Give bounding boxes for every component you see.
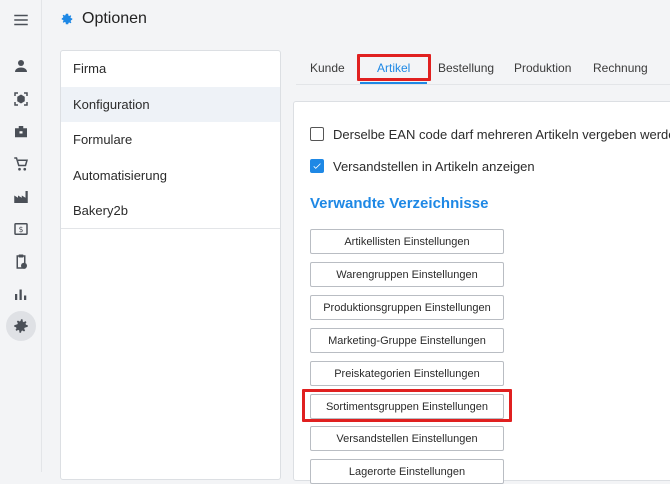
cart-icon[interactable] — [9, 152, 33, 176]
warengruppen-settings-button[interactable]: Warengruppen Einstellungen — [310, 262, 504, 287]
active-tab-indicator — [360, 82, 427, 84]
sidebar-rail: $ — [0, 0, 42, 472]
settings-gear-icon[interactable] — [9, 314, 33, 338]
versandstellen-checkbox-label: Versandstellen in Artikeln anzeigen — [333, 158, 535, 174]
tab-kunde[interactable]: Kunde — [310, 50, 345, 85]
menu-icon[interactable] — [9, 8, 33, 32]
related-directories-title: Verwandte Verzeichnisse — [310, 195, 489, 212]
sortimentsgruppen-settings-button[interactable]: Sortimentsgruppen Einstellungen — [310, 394, 504, 419]
produktionsgruppen-settings-button[interactable]: Produktionsgruppen Einstellungen — [310, 295, 504, 320]
page-header: Optionen — [60, 8, 147, 30]
marketing-gruppe-settings-button[interactable]: Marketing-Gruppe Einstellungen — [310, 328, 504, 353]
versandstellen-settings-button[interactable]: Versandstellen Einstellungen — [310, 426, 504, 451]
ean-checkbox[interactable] — [310, 127, 324, 141]
briefcase-icon[interactable] — [9, 120, 33, 144]
nav-item-automatisierung[interactable]: Automatisierung — [61, 158, 280, 194]
gear-icon — [61, 13, 73, 25]
nav-item-formulare[interactable]: Formulare — [61, 122, 280, 158]
nav-item-firma[interactable]: Firma — [61, 51, 280, 87]
cube-scan-icon[interactable] — [9, 87, 33, 111]
tab-rechnung[interactable]: Rechnung — [593, 50, 648, 85]
person-icon[interactable] — [9, 54, 33, 78]
artikellisten-settings-button[interactable]: Artikellisten Einstellungen — [310, 229, 504, 254]
page-title: Optionen — [82, 10, 147, 27]
tab-artikel[interactable]: Artikel — [377, 50, 410, 85]
factory-icon[interactable] — [9, 185, 33, 209]
checkmark-icon — [313, 163, 321, 169]
tab-produktion[interactable]: Produktion — [514, 50, 571, 85]
preiskategorien-settings-button[interactable]: Preiskategorien Einstellungen — [310, 361, 504, 386]
bar-chart-icon[interactable] — [9, 282, 33, 306]
clipboard-clock-icon[interactable] — [9, 250, 33, 274]
option-ean-row: Derselbe EAN code darf mehreren Artikeln… — [310, 125, 670, 143]
nav-item-konfiguration[interactable]: Konfiguration — [61, 86, 280, 122]
tab-bar: Kunde Artikel Bestellung Produktion Rech… — [296, 50, 670, 85]
option-versandstellen-row: Versandstellen in Artikeln anzeigen — [310, 157, 535, 175]
svg-text:$: $ — [19, 225, 24, 234]
options-nav: Firma Konfiguration Formulare Automatisi… — [60, 50, 281, 480]
versandstellen-checkbox[interactable] — [310, 159, 324, 173]
tab-bestellung[interactable]: Bestellung — [438, 50, 494, 85]
invoice-icon[interactable]: $ — [9, 217, 33, 241]
nav-item-bakery2b[interactable]: Bakery2b — [61, 193, 280, 229]
ean-checkbox-label: Derselbe EAN code darf mehreren Artikeln… — [333, 126, 670, 142]
